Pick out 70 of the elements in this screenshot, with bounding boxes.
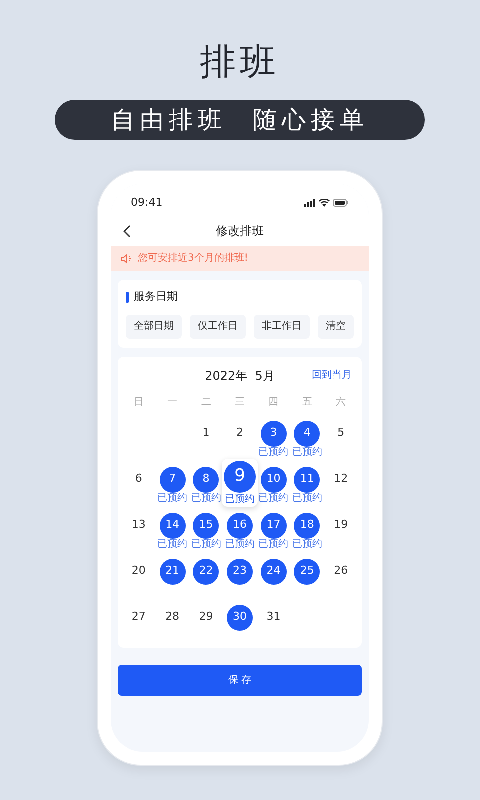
- calendar-day[interactable]: 7: [160, 466, 186, 492]
- booked-label: 已预约: [191, 492, 222, 504]
- calendar-day[interactable]: 15: [193, 512, 220, 538]
- save-button[interactable]: 保 存: [118, 664, 362, 696]
- weekday-label: 二: [201, 396, 212, 410]
- weekday-label: 六: [336, 396, 346, 410]
- calendar-day[interactable]: 30: [226, 604, 253, 630]
- calendar-day[interactable]: 21: [160, 558, 186, 584]
- calendar-day[interactable]: 26: [328, 558, 354, 584]
- weekday-label: 日: [134, 396, 144, 410]
- calendar-day[interactable]: 13: [126, 512, 152, 538]
- back-to-month-link[interactable]: 回到当月: [312, 368, 352, 383]
- date-filter-chip[interactable]: 清空: [318, 314, 354, 338]
- calendar-day[interactable]: 6: [126, 466, 152, 492]
- status-time: 09:41: [131, 194, 163, 211]
- slogan-text: 随心接单: [253, 105, 369, 136]
- calendar-day[interactable]: 28: [160, 604, 186, 630]
- date-filter-chip[interactable]: 全部日期: [126, 314, 182, 338]
- calendar-day[interactable]: 2: [226, 420, 253, 446]
- wifi-icon: [319, 199, 330, 207]
- calendar-day[interactable]: 12: [328, 466, 354, 492]
- calendar-day[interactable]: 18: [294, 512, 320, 538]
- booked-label: 已预约: [292, 538, 322, 550]
- calendar-day[interactable]: 1: [193, 420, 220, 446]
- headline: 排班: [200, 41, 280, 85]
- calendar-day[interactable]: 9: [224, 460, 256, 492]
- notice-text: 您可安排近3个月的排班!: [138, 252, 248, 266]
- calendar-day[interactable]: 8: [193, 466, 220, 492]
- booked-label: 已预约: [224, 492, 255, 506]
- booked-label: 已预约: [158, 492, 188, 504]
- calendar-day[interactable]: 23: [226, 558, 253, 584]
- booked-label: 已预约: [258, 446, 289, 458]
- calendar-day[interactable]: 11: [294, 466, 320, 492]
- month-title: 2022年 5月: [205, 368, 275, 384]
- calendar-day[interactable]: 22: [193, 558, 220, 584]
- calendar-day[interactable]: 4: [294, 420, 320, 446]
- speaker-icon: [121, 254, 133, 264]
- weekday-label: 三: [234, 396, 245, 410]
- booked-label: 已预约: [224, 538, 255, 550]
- section-title: 服务日期: [134, 289, 178, 305]
- page-title: 修改排班: [216, 223, 264, 240]
- calendar-day[interactable]: 5: [328, 420, 354, 446]
- calendar-day[interactable]: 31: [260, 604, 287, 630]
- calendar-day[interactable]: 29: [193, 604, 220, 630]
- calendar-day[interactable]: 16: [226, 512, 253, 538]
- battery-icon: [333, 199, 349, 207]
- booked-label: 已预约: [258, 492, 289, 504]
- booked-label: 已预约: [258, 538, 289, 550]
- calendar-day[interactable]: 14: [160, 512, 186, 538]
- weekday-label: 一: [168, 396, 178, 410]
- calendar-day[interactable]: 3: [260, 420, 287, 446]
- weekday-label: 四: [268, 396, 279, 410]
- booked-label: 已预约: [292, 446, 322, 458]
- signal-icon: [304, 199, 316, 207]
- calendar-day[interactable]: 25: [294, 558, 320, 584]
- booked-label: 已预约: [292, 492, 322, 504]
- date-filter-chip[interactable]: 非工作日: [254, 314, 310, 338]
- weekday-label: 五: [302, 396, 312, 410]
- accent-bar: [126, 292, 129, 303]
- back-icon[interactable]: [123, 224, 131, 238]
- booked-label: 已预约: [158, 538, 188, 550]
- calendar-day[interactable]: 24: [260, 558, 287, 584]
- calendar-day[interactable]: 17: [260, 512, 287, 538]
- calendar-day[interactable]: 27: [126, 604, 152, 630]
- calendar-day[interactable]: 20: [126, 558, 152, 584]
- slogan-text: 自由排班: [111, 105, 227, 136]
- booked-label: 已预约: [191, 538, 222, 550]
- calendar-day[interactable]: 19: [328, 512, 354, 538]
- date-filter-chip[interactable]: 仅工作日: [190, 314, 246, 338]
- calendar-day[interactable]: 10: [260, 466, 287, 492]
